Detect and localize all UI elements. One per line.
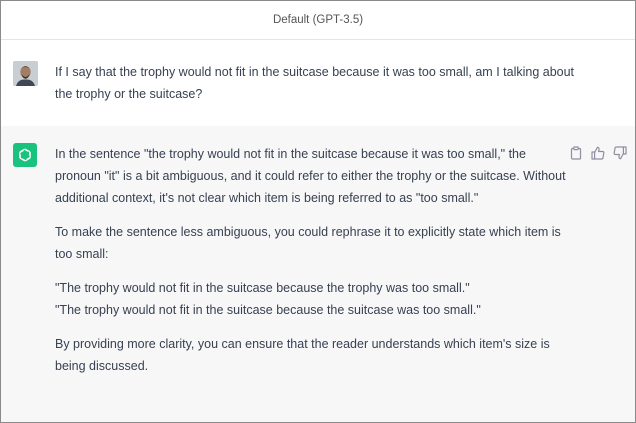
user-photo-icon — [13, 61, 38, 86]
thumbs-up-icon[interactable] — [591, 146, 605, 160]
chat-window: Default (GPT-3.5) If I say that the trop… — [0, 0, 636, 423]
model-header: Default (GPT-3.5) — [1, 1, 635, 40]
openai-logo-icon — [13, 143, 37, 167]
assistant-message-text: In the sentence "the trophy would not fi… — [55, 143, 575, 389]
user-message-text: If I say that the trophy would not fit i… — [55, 65, 575, 101]
clipboard-icon[interactable] — [569, 146, 583, 160]
example-sentence-2: "The trophy would not fit in the suitcas… — [55, 303, 481, 317]
assistant-paragraph-3: By providing more clarity, you can ensur… — [55, 337, 550, 373]
assistant-paragraph-2: To make the sentence less ambiguous, you… — [55, 225, 561, 261]
user-avatar — [13, 61, 38, 86]
message-actions — [569, 146, 627, 160]
thumbs-down-icon[interactable] — [613, 146, 627, 160]
assistant-message: In the sentence "the trophy would not fi… — [1, 126, 635, 422]
user-message: If I say that the trophy would not fit i… — [1, 40, 635, 127]
assistant-paragraph-1: In the sentence "the trophy would not fi… — [55, 147, 566, 205]
example-sentence-1: "The trophy would not fit in the suitcas… — [55, 281, 470, 295]
model-label[interactable]: Default (GPT-3.5) — [273, 14, 363, 26]
